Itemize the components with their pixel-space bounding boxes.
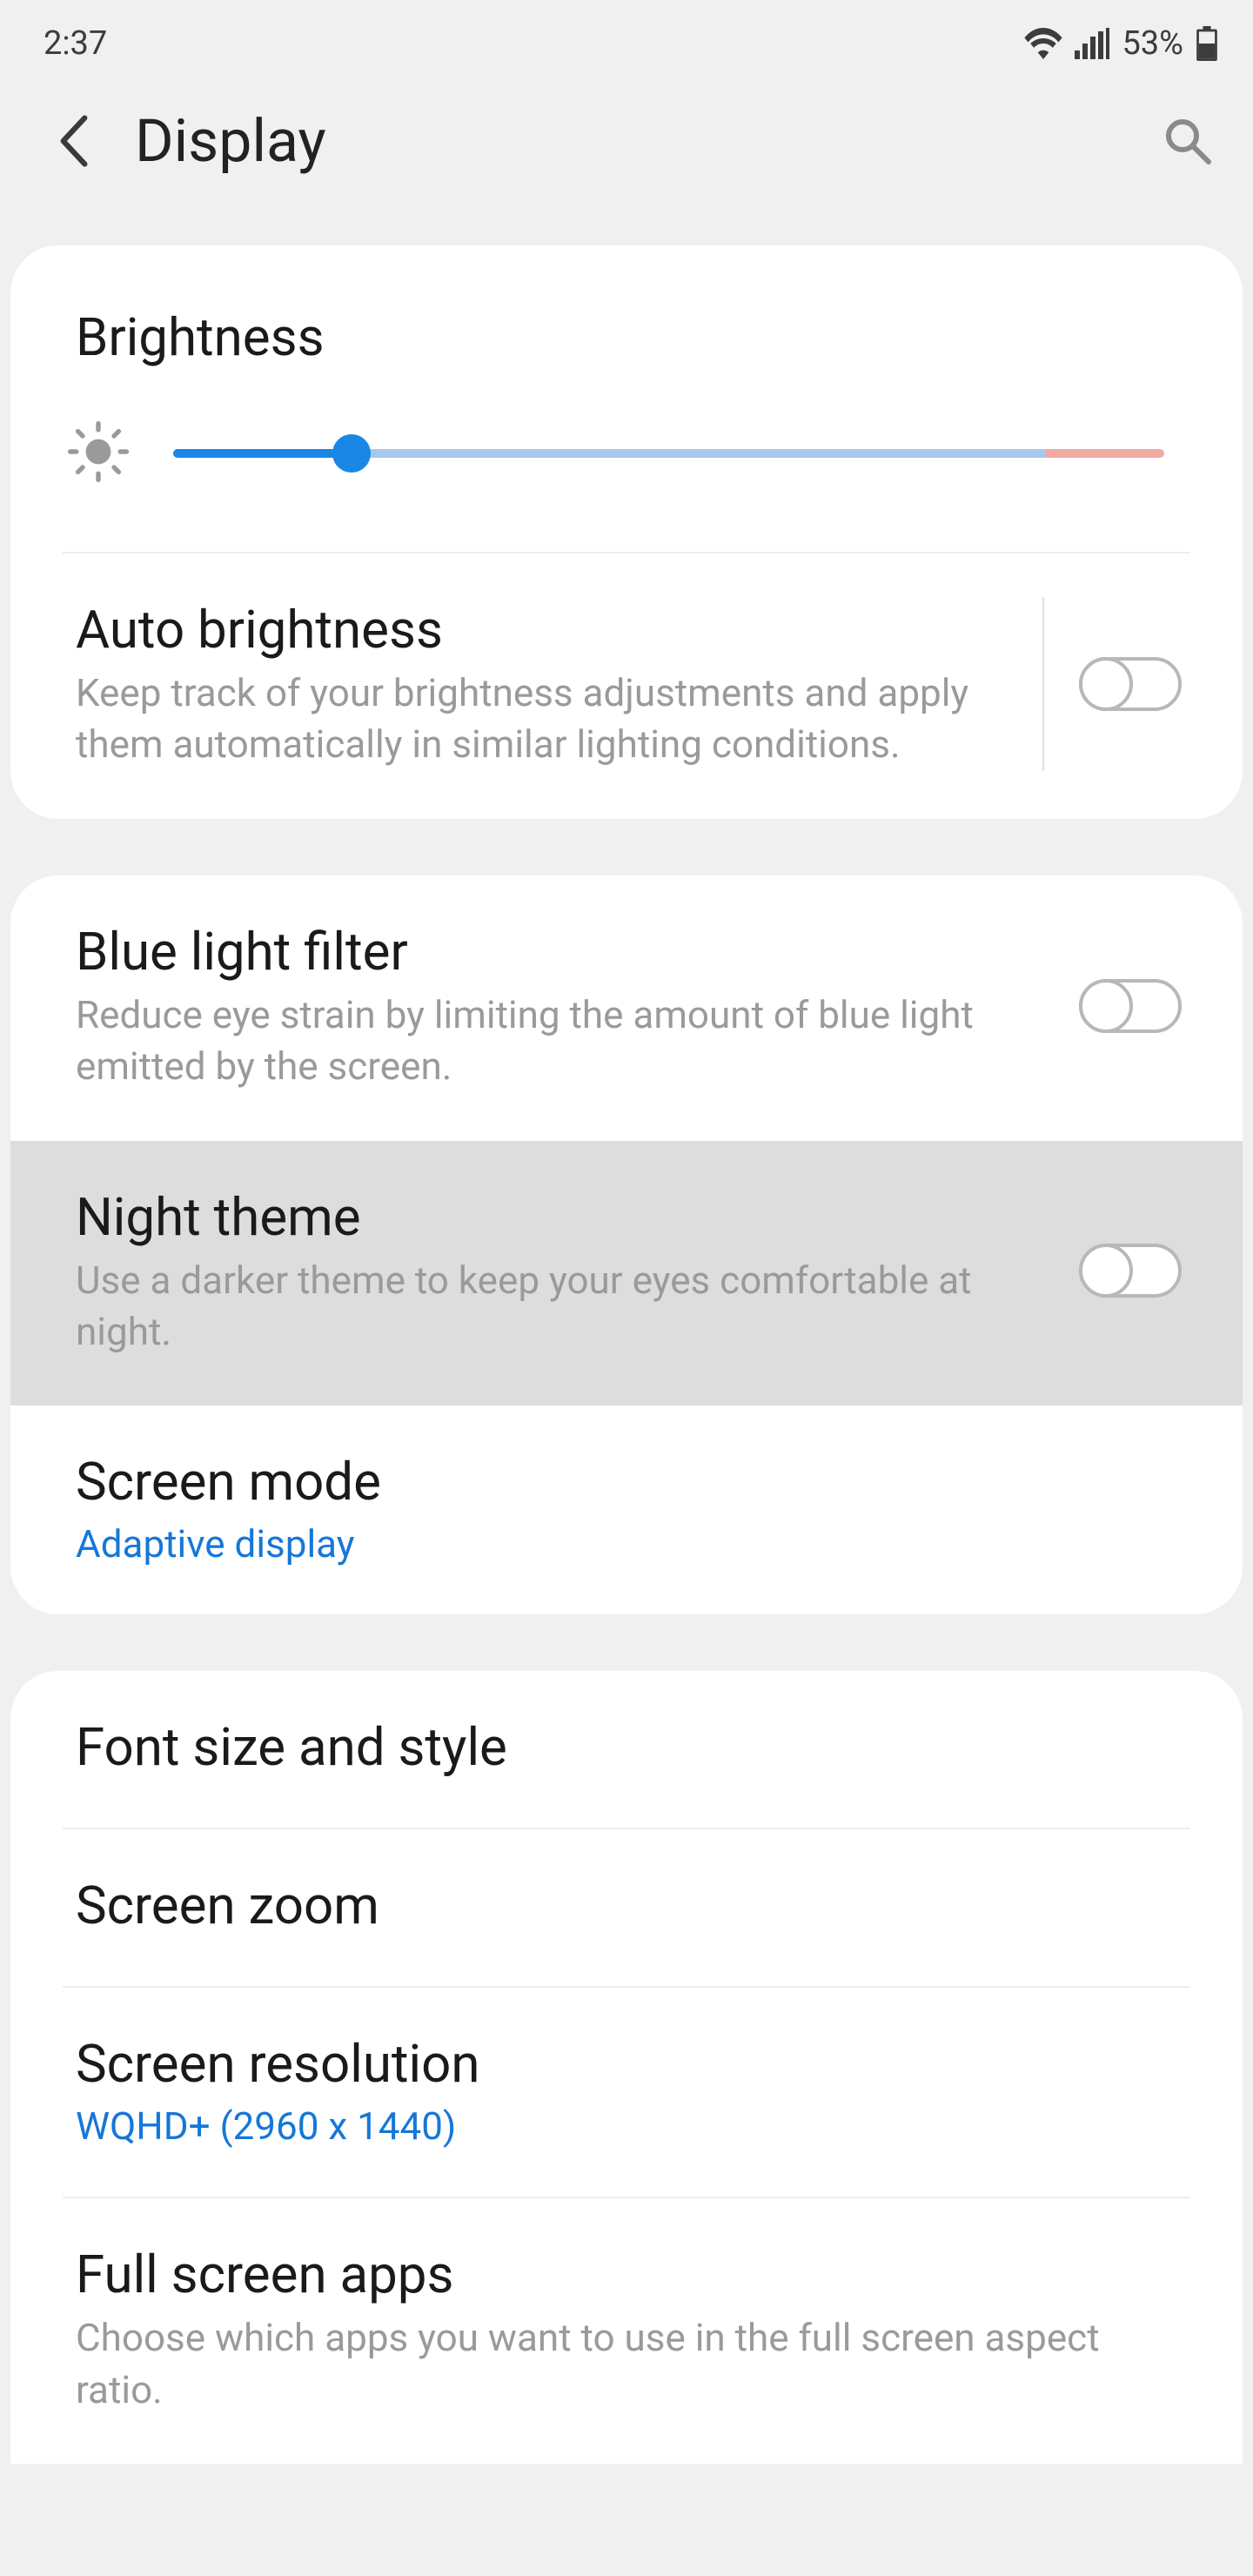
row-fullscreen-apps[interactable]: Full screen apps Choose which apps you w… [10, 2198, 1243, 2464]
card-more: Font size and style Screen zoom Screen r… [10, 1671, 1243, 2464]
blue-light-toggle[interactable] [1079, 979, 1182, 1033]
fullscreen-sub: Choose which apps you want to use in the… [76, 2312, 1182, 2416]
page-title: Display [135, 106, 1162, 176]
status-bar: 2:37 53% [0, 0, 1253, 71]
row-resolution[interactable]: Screen resolution WQHD+ (2960 x 1440) [10, 1988, 1243, 2197]
resolution-title: Screen resolution [76, 2031, 1182, 2096]
blue-light-sub: Reduce eye strain by limiting the amount… [76, 989, 1053, 1093]
resolution-value: WQHD+ (2960 x 1440) [76, 2103, 1182, 2149]
brightness-slider-row [10, 394, 1243, 552]
card-display-options: Blue light filter Reduce eye strain by l… [10, 875, 1243, 1615]
battery-icon [1196, 26, 1218, 61]
row-auto-brightness[interactable]: Auto brightness Keep track of your brigh… [10, 553, 1243, 819]
brightness-label: Brightness [10, 245, 1243, 394]
row-blue-light[interactable]: Blue light filter Reduce eye strain by l… [10, 875, 1243, 1141]
row-night-theme[interactable]: Night theme Use a darker theme to keep y… [10, 1141, 1243, 1406]
wifi-icon [1024, 28, 1062, 59]
status-right: 53% [1024, 24, 1218, 63]
signal-icon [1075, 28, 1109, 59]
battery-pct: 53% [1122, 24, 1183, 63]
row-screen-mode[interactable]: Screen mode Adaptive display [10, 1405, 1243, 1614]
night-theme-sub: Use a darker theme to keep your eyes com… [76, 1255, 1053, 1358]
auto-brightness-title: Auto brightness [76, 597, 1016, 662]
card-brightness: Brightness [10, 245, 1243, 819]
row-zoom[interactable]: Screen zoom [10, 1829, 1243, 1986]
row-font[interactable]: Font size and style [10, 1671, 1243, 1828]
font-title: Font size and style [76, 1714, 1182, 1780]
auto-brightness-toggle[interactable] [1079, 657, 1182, 711]
screen-mode-title: Screen mode [76, 1449, 1182, 1514]
back-button[interactable] [48, 115, 100, 167]
screen-mode-value: Adaptive display [76, 1521, 1182, 1566]
brightness-icon [67, 420, 130, 486]
night-theme-toggle[interactable] [1079, 1244, 1182, 1298]
night-theme-title: Night theme [76, 1184, 1053, 1250]
blue-light-title: Blue light filter [76, 919, 1053, 984]
app-header: Display [0, 71, 1253, 245]
brightness-slider[interactable] [173, 436, 1164, 471]
status-time: 2:37 [44, 24, 107, 63]
fullscreen-title: Full screen apps [76, 2242, 1182, 2307]
search-button[interactable] [1162, 115, 1214, 167]
zoom-title: Screen zoom [76, 1873, 1182, 1938]
auto-brightness-sub: Keep track of your brightness adjustment… [76, 667, 1016, 771]
